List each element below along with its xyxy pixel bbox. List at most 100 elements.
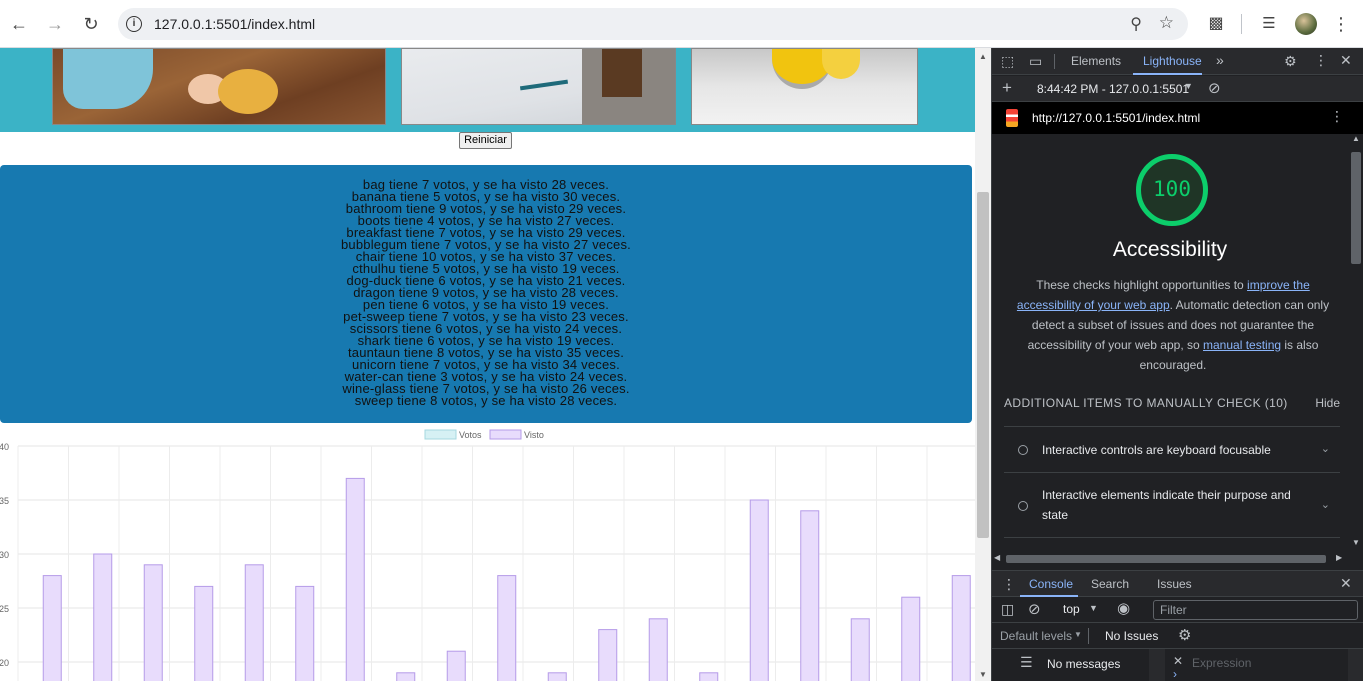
report-scrollbar[interactable]: ▲ ▼ (1348, 134, 1363, 554)
star-icon[interactable]: ☆ (1159, 13, 1174, 33)
chevron-down-icon[interactable]: ▼ (1074, 630, 1082, 639)
active-tab-indicator (1133, 73, 1202, 75)
product-image-3[interactable] (691, 48, 918, 125)
y-tick-label: 20 (0, 658, 9, 668)
scroll-down-icon[interactable]: ▼ (979, 670, 987, 679)
chevron-down-icon[interactable]: ▼ (1184, 81, 1193, 91)
devtools-tabbar: ⬚ ▭ Elements Lighthouse » ⚙ ⋮ ✕ (992, 48, 1363, 75)
close-icon[interactable]: ✕ (1173, 654, 1183, 668)
mop-shape (218, 69, 278, 114)
console-scrollbar[interactable] (1348, 649, 1363, 681)
tab-console[interactable]: Console (1029, 577, 1073, 591)
scroll-up-icon[interactable]: ▲ (1352, 134, 1360, 143)
filter-input[interactable]: Filter (1153, 600, 1358, 620)
circle-icon (1018, 501, 1028, 511)
kebab-menu-icon[interactable]: ⋮ (1002, 576, 1016, 593)
bar-visto (951, 575, 971, 681)
no-messages-text: No messages (1047, 657, 1121, 671)
tab-search[interactable]: Search (1091, 577, 1129, 591)
scroll-down-icon[interactable]: ▼ (1352, 538, 1360, 547)
scroll-right-icon[interactable]: ▶ (1336, 553, 1342, 562)
hide-button[interactable]: Hide (1315, 396, 1340, 410)
audit-item[interactable]: Interactive elements indicate their purp… (1004, 472, 1340, 538)
levels-dropdown[interactable]: Default levels (1000, 629, 1072, 643)
extensions-icon[interactable]: ▩ (1204, 12, 1228, 36)
address-bar[interactable]: i 127.0.0.1:5501/index.html ⚲ ☆ (118, 8, 1188, 40)
scroll-thumb[interactable] (1351, 152, 1361, 264)
chevron-down-icon[interactable]: ▼ (1089, 603, 1098, 613)
report-hscrollbar[interactable]: ◀ ▶ (992, 552, 1348, 566)
manual-testing-link[interactable]: manual testing (1203, 338, 1281, 352)
y-tick-label: 25 (0, 604, 9, 614)
y-tick-label: 35 (0, 496, 9, 506)
eye-icon[interactable]: ◉ (1117, 599, 1130, 617)
scroll-thumb[interactable] (1006, 555, 1326, 563)
y-tick-label: 30 (0, 550, 9, 560)
boot-shape (822, 49, 860, 79)
scroll-up-icon[interactable]: ▲ (979, 52, 987, 61)
bar-visto (93, 553, 113, 681)
close-icon[interactable]: ✕ (1340, 575, 1352, 592)
page-scrollbar[interactable]: ▲ ▼ (975, 48, 991, 681)
bar-visto (42, 575, 62, 681)
scroll-thumb[interactable] (977, 192, 989, 538)
clear-console-icon[interactable]: ⊘ (1028, 600, 1041, 618)
scroll-left-icon[interactable]: ◀ (994, 553, 1000, 562)
gear-icon[interactable]: ⚙ (1178, 626, 1191, 644)
avatar[interactable] (1295, 13, 1317, 35)
context-selector[interactable]: top (1063, 602, 1080, 616)
category-description: These checks highlight opportunities to … (1008, 275, 1338, 375)
expression-input[interactable]: Expression (1192, 656, 1251, 670)
forward-icon[interactable]: → (43, 12, 67, 36)
bar-visto (547, 672, 567, 681)
tab-elements[interactable]: Elements (1071, 54, 1121, 68)
back-icon[interactable]: ← (7, 12, 31, 36)
pen-shape (519, 79, 569, 91)
bar-visto (396, 672, 416, 681)
console-sidebar-scrollbar[interactable] (1149, 649, 1165, 681)
issues-count[interactable]: No Issues (1105, 629, 1158, 643)
bar-visto (345, 477, 365, 681)
manual-check-title: ADDITIONAL ITEMS TO MANUALLY CHECK (10) (1004, 396, 1288, 410)
cloth-shape (602, 49, 642, 97)
menu-icon[interactable]: ⋮ (1329, 12, 1353, 36)
report-selector[interactable]: 8:44:42 PM - 127.0.0.1:5501 (1037, 82, 1189, 96)
reload-icon[interactable]: ↻ (79, 12, 103, 36)
zoom-icon[interactable]: ⚲ (1130, 14, 1142, 34)
product-image-1[interactable] (52, 48, 386, 125)
chevron-down-icon[interactable]: ⌄ (1321, 498, 1330, 511)
devtools-panel: ⬚ ▭ Elements Lighthouse » ⚙ ⋮ ✕ + 8:44:4… (991, 48, 1363, 681)
lighthouse-report: 100 Accessibility These checks highlight… (992, 134, 1348, 554)
inspect-icon[interactable]: ⬚ (1001, 53, 1014, 70)
manual-check-header: ADDITIONAL ITEMS TO MANUALLY CHECK (10) H… (1004, 396, 1340, 410)
info-icon[interactable]: i (126, 16, 142, 32)
browser-toolbar: ← → ↻ i 127.0.0.1:5501/index.html ⚲ ☆ ▩ … (0, 0, 1363, 48)
bar-visto (749, 499, 769, 681)
bar-visto (901, 596, 921, 681)
url-text[interactable]: 127.0.0.1:5501/index.html (154, 16, 315, 32)
tab-lighthouse[interactable]: Lighthouse (1143, 54, 1202, 68)
bar-visto (194, 585, 214, 681)
sidebar-toggle-icon[interactable]: ◫ (1001, 601, 1014, 618)
close-icon[interactable]: ✕ (1340, 52, 1352, 69)
add-report-icon[interactable]: + (1002, 78, 1012, 98)
device-toolbar-icon[interactable]: ▭ (1029, 53, 1042, 70)
product-image-2[interactable] (401, 48, 676, 125)
reset-button[interactable]: Reiniciar (459, 132, 512, 149)
tab-issues[interactable]: Issues (1157, 577, 1192, 591)
report-url-bar: http://127.0.0.1:5501/index.html ⋮ (992, 102, 1363, 134)
clear-icon[interactable]: ⊘ (1208, 79, 1221, 97)
gear-icon[interactable]: ⚙ (1284, 53, 1297, 70)
chevron-down-icon[interactable]: ⌄ (1321, 442, 1330, 455)
kebab-menu-icon[interactable]: ⋮ (1314, 52, 1328, 69)
drawer-tabbar: ⋮ Console Search Issues ✕ (992, 570, 1363, 597)
media-icon[interactable]: ☰ (1257, 12, 1281, 36)
votes-chart: 40 35 30 25 20 Votos Visto (0, 429, 975, 681)
toolbar-divider (1241, 14, 1242, 34)
tab-divider (1054, 54, 1055, 69)
audit-item[interactable]: Interactive controls are keyboard focusa… (1004, 426, 1340, 472)
result-line: sweep tiene 8 votos, y se ha visto 28 ve… (354, 393, 618, 408)
more-tabs-icon[interactable]: » (1216, 52, 1224, 68)
y-tick-label: 40 (0, 442, 9, 452)
kebab-menu-icon[interactable]: ⋮ (1330, 108, 1344, 125)
